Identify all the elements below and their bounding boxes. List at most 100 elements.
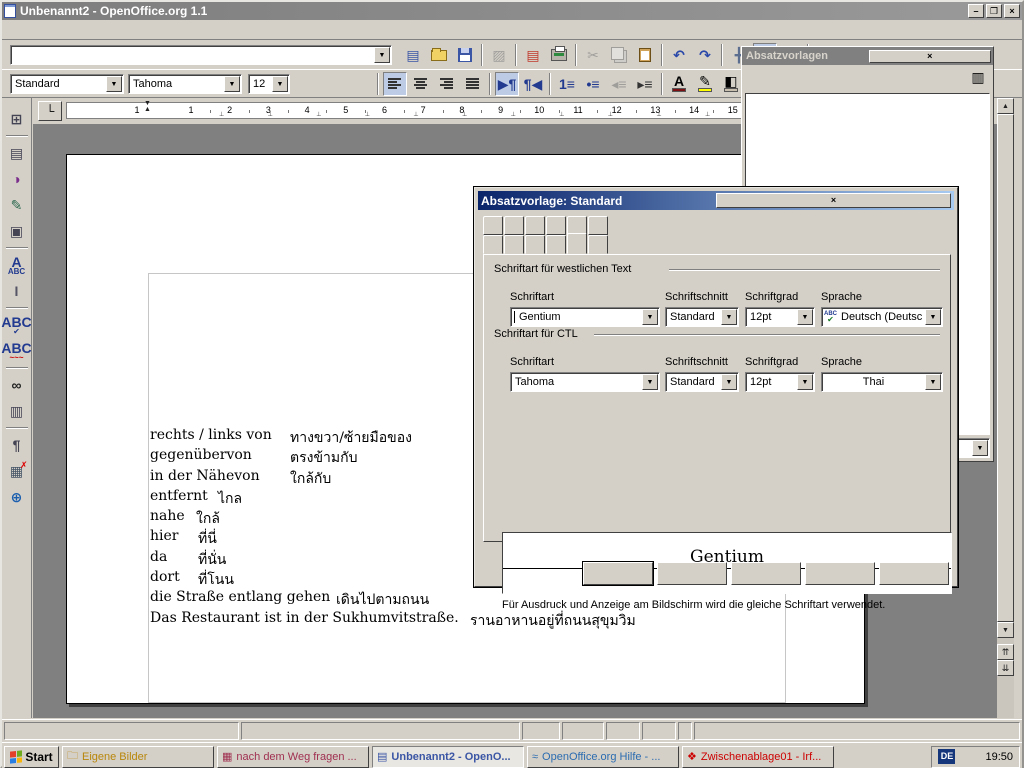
- field-combobox[interactable]: ABC✔ Standard ▼: [665, 372, 739, 392]
- dialog-tab[interactable]: [546, 235, 566, 254]
- status-bar: [2, 719, 1022, 742]
- menu-item[interactable]: [6, 28, 20, 32]
- ruler-mark: [326, 110, 327, 113]
- dialog-tab[interactable]: [504, 235, 524, 254]
- vertical-scrollbar[interactable]: ▲ ▼ ⇈ ⇊: [997, 98, 1014, 718]
- stylist-title-bar[interactable]: Absatzvorlagen ×: [742, 47, 993, 65]
- ruler-mark: [520, 110, 521, 113]
- ruler-number: 4: [303, 105, 312, 115]
- paragraph-style-combobox[interactable]: Standard ▼: [10, 74, 124, 94]
- ruler-mark: ⊥: [656, 112, 661, 118]
- font-field: Schriftschnitt ABC✔ Standard ▼: [665, 356, 739, 392]
- german-text: nahe: [150, 508, 185, 524]
- dialog-tab[interactable]: [567, 233, 587, 254]
- chevron-down-icon[interactable]: ▼: [224, 76, 240, 92]
- ruler-mark: ⊥: [316, 112, 321, 118]
- chevron-down-icon[interactable]: ▼: [925, 374, 941, 390]
- dialog-tab[interactable]: [483, 216, 503, 235]
- dialog-tab[interactable]: [588, 235, 608, 254]
- ruler-mark: [404, 110, 405, 113]
- stylist-close-button[interactable]: ×: [869, 50, 992, 63]
- field-combobox[interactable]: ABC✔ Tahoma ▼: [510, 372, 660, 392]
- chevron-down-icon[interactable]: ▼: [106, 76, 122, 92]
- menu-item[interactable]: [34, 28, 48, 32]
- thai-text: ที่โนน: [198, 569, 234, 591]
- dialog-close-button[interactable]: ×: [716, 193, 951, 208]
- dialog-tab[interactable]: [525, 216, 545, 235]
- german-text: gegenübervon: [150, 447, 252, 463]
- menu-item[interactable]: [20, 28, 34, 32]
- title-bar[interactable]: Unbenannt2 - OpenOffice.org 1.1 – ❐ ×: [2, 2, 1022, 20]
- task-icon: ▤: [377, 750, 387, 763]
- taskbar-button[interactable]: 🗀 Eigene Bilder: [62, 746, 214, 768]
- dialog-title-bar[interactable]: Absatzvorlage: Standard ×: [478, 191, 954, 210]
- dialog-tab[interactable]: [588, 216, 608, 235]
- scrollbar-thumb[interactable]: [997, 114, 1014, 622]
- previous-page-icon[interactable]: ⇈: [997, 644, 1014, 660]
- ruler-number: 11: [571, 105, 584, 115]
- separator: [661, 44, 663, 66]
- start-button[interactable]: Start: [4, 746, 59, 768]
- ruler-mark: ⊥: [268, 112, 273, 118]
- paragraph-style-dialog: Absatzvorlage: Standard × Schriftart für…: [474, 187, 958, 587]
- font-name-combobox[interactable]: Tahoma ▼: [128, 74, 242, 94]
- field-combobox[interactable]: ABC✔ 12pt ▼: [745, 307, 815, 327]
- chevron-down-icon[interactable]: ▼: [925, 309, 941, 325]
- chevron-down-icon[interactable]: ▼: [972, 440, 988, 456]
- document-line: Das Restaurant ist in der Sukhumvitstraß…: [150, 610, 854, 630]
- chevron-down-icon[interactable]: ▼: [272, 76, 288, 92]
- thai-text: ใกล้: [196, 508, 220, 530]
- field-combobox[interactable]: ABC✔ Gentium ▼: [510, 307, 660, 327]
- ruler-number: 5: [341, 105, 350, 115]
- task-icon: ▦: [222, 750, 232, 763]
- chevron-down-icon[interactable]: ▼: [374, 47, 390, 63]
- next-page-icon[interactable]: ⇊: [997, 660, 1014, 676]
- menu-item[interactable]: [104, 28, 118, 32]
- indent-marker[interactable]: ▼▲: [143, 101, 152, 113]
- field-label: Sprache: [821, 356, 943, 368]
- minimize-button[interactable]: –: [968, 4, 984, 18]
- font-size-combobox[interactable]: 12 ▼: [248, 74, 290, 94]
- close-button[interactable]: ×: [1004, 4, 1020, 18]
- menu-item[interactable]: [48, 28, 62, 32]
- menu-item[interactable]: [90, 28, 104, 32]
- menu-item[interactable]: [76, 28, 90, 32]
- dialog-button[interactable]: [583, 562, 653, 585]
- chevron-down-icon[interactable]: ▼: [642, 309, 658, 325]
- new-style-from-selection-icon[interactable]: ▥: [968, 67, 988, 87]
- tab-type-button[interactable]: └: [38, 101, 62, 121]
- field-combobox[interactable]: ABC✔ Thai ▼: [821, 372, 943, 392]
- taskbar-button[interactable]: ▦ nach dem Weg fragen ...: [217, 746, 369, 768]
- scroll-down-icon[interactable]: ▼: [997, 622, 1014, 638]
- dialog-button[interactable]: [805, 562, 875, 585]
- dialog-tab[interactable]: [525, 235, 545, 254]
- dialog-tab[interactable]: [546, 216, 566, 235]
- separator: [515, 44, 517, 66]
- separator: [6, 247, 28, 249]
- taskbar-button[interactable]: ❖ Zwischenablage01 - Irf...: [682, 746, 834, 768]
- dialog-button[interactable]: [731, 562, 801, 585]
- ctl-font-group: Schriftart für CTL Schriftart ABC✔ Tahom…: [494, 328, 940, 422]
- dialog-button[interactable]: [657, 562, 727, 585]
- dialog-tab-row-front: [483, 235, 609, 254]
- field-combobox[interactable]: ABC✔ 12pt ▼: [745, 372, 815, 392]
- separator: [6, 307, 28, 309]
- dialog-tab[interactable]: [483, 235, 503, 254]
- scroll-up-icon[interactable]: ▲: [997, 98, 1014, 114]
- chevron-down-icon[interactable]: ▼: [721, 374, 737, 390]
- dialog-tab[interactable]: [504, 216, 524, 235]
- field-combobox[interactable]: ABC✔ Standard ▼: [665, 307, 739, 327]
- chevron-down-icon[interactable]: ▼: [797, 374, 813, 390]
- chevron-down-icon[interactable]: ▼: [797, 309, 813, 325]
- keyboard-layout-indicator[interactable]: DE: [938, 749, 955, 764]
- maximize-button[interactable]: ❐: [986, 4, 1002, 18]
- taskbar-button[interactable]: ▤ Unbenannt2 - OpenO...: [372, 746, 524, 768]
- dialog-button[interactable]: [879, 562, 949, 585]
- task-icon: ≈: [532, 751, 538, 763]
- chevron-down-icon[interactable]: ▼: [721, 309, 737, 325]
- url-combobox[interactable]: ▼: [10, 45, 392, 65]
- menu-item[interactable]: [62, 28, 76, 32]
- taskbar-button[interactable]: ≈ OpenOffice.org Hilfe - ...: [527, 746, 679, 768]
- chevron-down-icon[interactable]: ▼: [642, 374, 658, 390]
- field-combobox[interactable]: ABC✔ Deutsch (Deutsc ▼: [821, 307, 943, 327]
